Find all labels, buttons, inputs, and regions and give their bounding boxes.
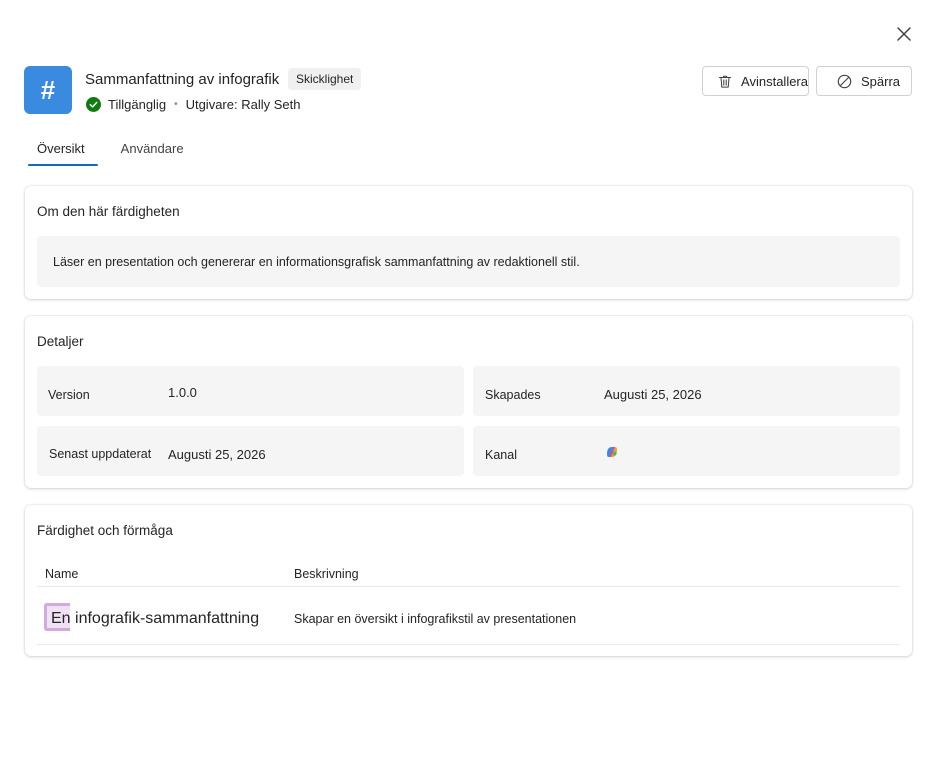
tab-users[interactable]: Användare — [108, 138, 197, 166]
uninstall-label: Avinstallera — [741, 73, 808, 89]
detail-version: Version 1.0.0 — [37, 366, 464, 416]
prohibited-icon — [837, 74, 852, 88]
column-header-description: Beskrivning — [294, 567, 359, 581]
close-button[interactable] — [892, 22, 916, 46]
trash-icon — [718, 75, 732, 88]
skills-title: Färdighet och förmåga — [37, 523, 173, 538]
version-value: 1.0.0 — [168, 385, 197, 400]
uninstall-button[interactable]: Avinstallera — [702, 66, 809, 96]
detail-created: Skapades Augusti 25, 2026 — [473, 366, 900, 416]
created-value: Augusti 25, 2026 — [604, 387, 702, 402]
copilot-icon — [605, 445, 619, 464]
hash-icon: # — [40, 74, 56, 105]
publisher-text: Utgivare: Rally Seth — [185, 97, 301, 112]
created-label: Skapades — [485, 388, 541, 402]
detail-channel: Kanal — [473, 426, 900, 476]
channel-label: Kanal — [485, 448, 517, 462]
about-card: Om den här färdigheten Läser en presenta… — [25, 186, 912, 299]
status-text: Tillgänglig — [108, 97, 167, 112]
about-description-text: Läser en presentation och genererar en i… — [53, 254, 580, 269]
skill-description: Skapar en översikt i infografikstil av p… — [294, 612, 577, 626]
details-title: Detaljer — [37, 334, 84, 349]
about-title: Om den här färdigheten — [37, 204, 180, 219]
updated-value: Augusti 25, 2026 — [168, 447, 266, 462]
detail-updated: Senast uppdaterat Augusti 25, 2026 — [37, 426, 464, 476]
block-label: Spärra — [861, 73, 901, 89]
skill-app-icon: # — [24, 66, 72, 114]
version-label: Version — [48, 388, 90, 402]
about-description: Läser en presentation och genererar en i… — [37, 236, 900, 287]
tab-overview[interactable]: Översikt — [24, 138, 98, 166]
block-button[interactable]: Spärra — [816, 66, 912, 96]
status-row: Tillgänglig • Utgivare: Rally Seth — [86, 97, 300, 112]
type-badge: Skicklighet — [288, 68, 362, 90]
checkmark-icon — [86, 97, 101, 112]
skills-card: Färdighet och förmåga Name Beskrivning E… — [25, 505, 912, 656]
page-title: Sammanfattning av infografik — [85, 71, 280, 88]
updated-label: Senast uppdaterat — [49, 447, 152, 461]
close-icon — [897, 27, 911, 41]
header-divider — [37, 586, 900, 587]
column-header-name: Name — [45, 567, 79, 581]
row-divider — [37, 644, 900, 645]
details-card: Detaljer Version 1.0.0 Skapades Augusti … — [25, 316, 912, 488]
tab-list: Översikt Användare — [24, 138, 197, 166]
skill-name: En infografik-sammanfattning — [51, 610, 260, 627]
separator-dot: • — [174, 99, 178, 110]
